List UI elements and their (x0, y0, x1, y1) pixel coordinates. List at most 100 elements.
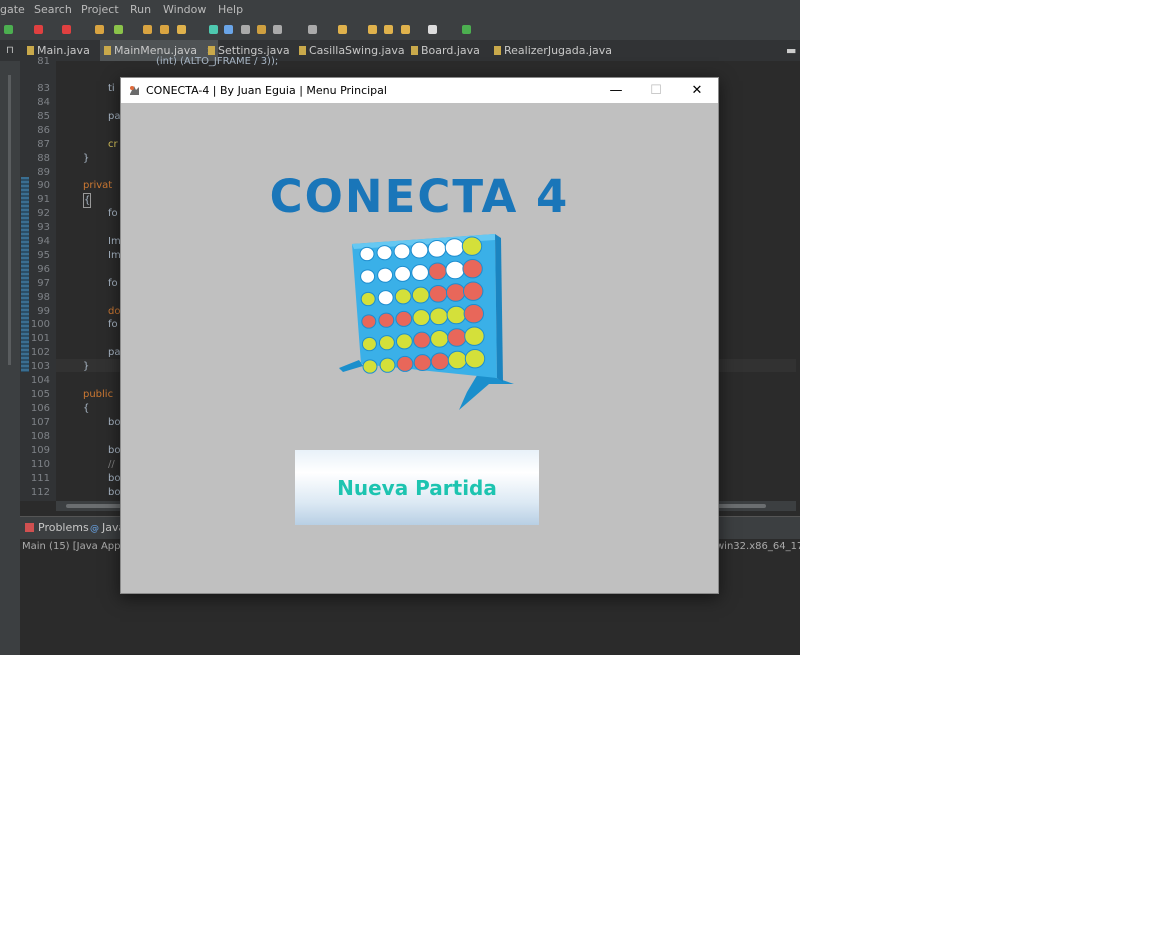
board-hole (446, 305, 467, 325)
maximize-icon[interactable]: ☐ (636, 78, 676, 103)
line-number: 109 (30, 445, 50, 456)
view-menu-icon[interactable]: ⊓ (6, 40, 14, 61)
task-icon[interactable] (257, 25, 266, 34)
ide-toolbar (0, 20, 800, 40)
line-number: 107 (30, 417, 50, 428)
line-number: 105 (30, 389, 50, 400)
board-hole (413, 331, 431, 349)
close-icon[interactable]: ✕ (677, 78, 717, 103)
overview-ruler (8, 75, 11, 365)
board-hole (393, 243, 411, 260)
nav-back-icon[interactable] (401, 25, 410, 34)
tab-problems[interactable]: Problems (25, 517, 89, 539)
line-number: 98 (37, 292, 50, 303)
board-hole (428, 284, 448, 303)
board-hole (411, 286, 430, 304)
line-number: 95 (37, 250, 50, 261)
terminate-icon[interactable] (62, 25, 71, 34)
board-hole (412, 309, 431, 327)
code-line: public (83, 389, 114, 400)
code-line: ti (108, 83, 115, 94)
code-line: (int) (ALTO_JFRAME / 3)); (156, 56, 279, 67)
problems-icon (25, 523, 34, 532)
window-titlebar[interactable]: CONECTA-4 | By Juan Eguia | Menu Princip… (121, 78, 718, 103)
line-number: 88 (37, 153, 50, 164)
board-hole (427, 239, 447, 258)
board-hole (428, 262, 447, 281)
board-hole (464, 348, 486, 369)
open-resource-icon[interactable] (160, 25, 169, 34)
code-line: { (83, 193, 92, 208)
code-line: do (108, 306, 121, 317)
board-hole (395, 310, 413, 327)
line-number: 93 (37, 222, 50, 233)
menu-help[interactable]: Help (218, 0, 243, 20)
minimize-view-icon[interactable]: ▬ (786, 40, 796, 61)
forward-arrow-icon[interactable] (384, 25, 393, 34)
board-hole (378, 335, 395, 351)
outline-icon[interactable] (273, 25, 282, 34)
code-line: } (83, 153, 90, 164)
highlight-icon[interactable] (224, 25, 233, 34)
nav-forward-icon[interactable] (428, 25, 437, 34)
tab-realizerjugada-java[interactable]: RealizerJugada.java (494, 40, 612, 61)
menu-navigate[interactable]: gate (0, 0, 25, 20)
debug-icon[interactable] (4, 25, 13, 34)
code-line: bo (108, 487, 121, 498)
java-file-icon (104, 46, 111, 55)
board-hole (379, 357, 396, 373)
menu-project[interactable]: Project (81, 0, 119, 20)
connect-four-board-image (339, 234, 514, 410)
search-icon[interactable] (209, 25, 218, 34)
window-title: CONECTA-4 | By Juan Eguia | Menu Princip… (146, 84, 387, 97)
board-hole (444, 238, 465, 257)
code-line: // (108, 459, 115, 470)
edit-icon[interactable] (177, 25, 186, 34)
line-number: 90 (37, 180, 50, 191)
line-number: 86 (37, 125, 50, 136)
new-game-button[interactable]: Nueva Partida (295, 450, 539, 525)
code-line: cr (108, 139, 118, 150)
board-hole (394, 265, 411, 282)
line-number: 92 (37, 208, 50, 219)
line-number: 97 (37, 278, 50, 289)
java-file-icon (299, 46, 306, 55)
back-arrow-icon[interactable] (368, 25, 377, 34)
menu-window[interactable]: Window (163, 0, 206, 20)
line-number: 111 (30, 473, 50, 484)
line-number: 99 (37, 306, 50, 317)
annotation-icon[interactable] (308, 25, 317, 34)
board-hole (464, 326, 485, 346)
perspective-icon[interactable] (462, 25, 471, 34)
bulb-icon[interactable] (338, 25, 347, 34)
board-hole (396, 333, 413, 350)
minimize-icon[interactable]: — (596, 78, 636, 103)
java-file-icon (208, 46, 215, 55)
board-hole (360, 269, 376, 284)
menu-search[interactable]: Search (34, 0, 72, 20)
console-jre-label: win32.x86_64_17.0 (716, 541, 800, 552)
ide-menubar: gate Search Project Run Window Help (0, 0, 800, 20)
tab-label: Board.java (421, 44, 480, 57)
code-line: fo (108, 208, 118, 219)
mark-icon[interactable] (241, 25, 250, 34)
open-type-icon[interactable] (143, 25, 152, 34)
tab-board-java[interactable]: Board.java (411, 40, 480, 61)
code-line: fo (108, 278, 118, 289)
code-line: fo (108, 319, 118, 330)
line-number: 96 (37, 264, 50, 275)
tab-casillaswing-java[interactable]: CasillaSwing.java (299, 40, 405, 61)
board-hole (413, 354, 432, 372)
build-icon[interactable] (95, 25, 104, 34)
board-hole (377, 290, 394, 306)
code-line: } (83, 361, 90, 372)
code-line: Im (108, 250, 121, 261)
board-hole (445, 283, 466, 302)
refresh-icon[interactable] (114, 25, 123, 34)
menu-run[interactable]: Run (130, 0, 151, 20)
line-number: 108 (30, 431, 50, 442)
line-number: 110 (30, 459, 50, 470)
line-number: 102 (30, 347, 50, 358)
stop-icon[interactable] (34, 25, 43, 34)
line-number: 112 (30, 487, 50, 498)
